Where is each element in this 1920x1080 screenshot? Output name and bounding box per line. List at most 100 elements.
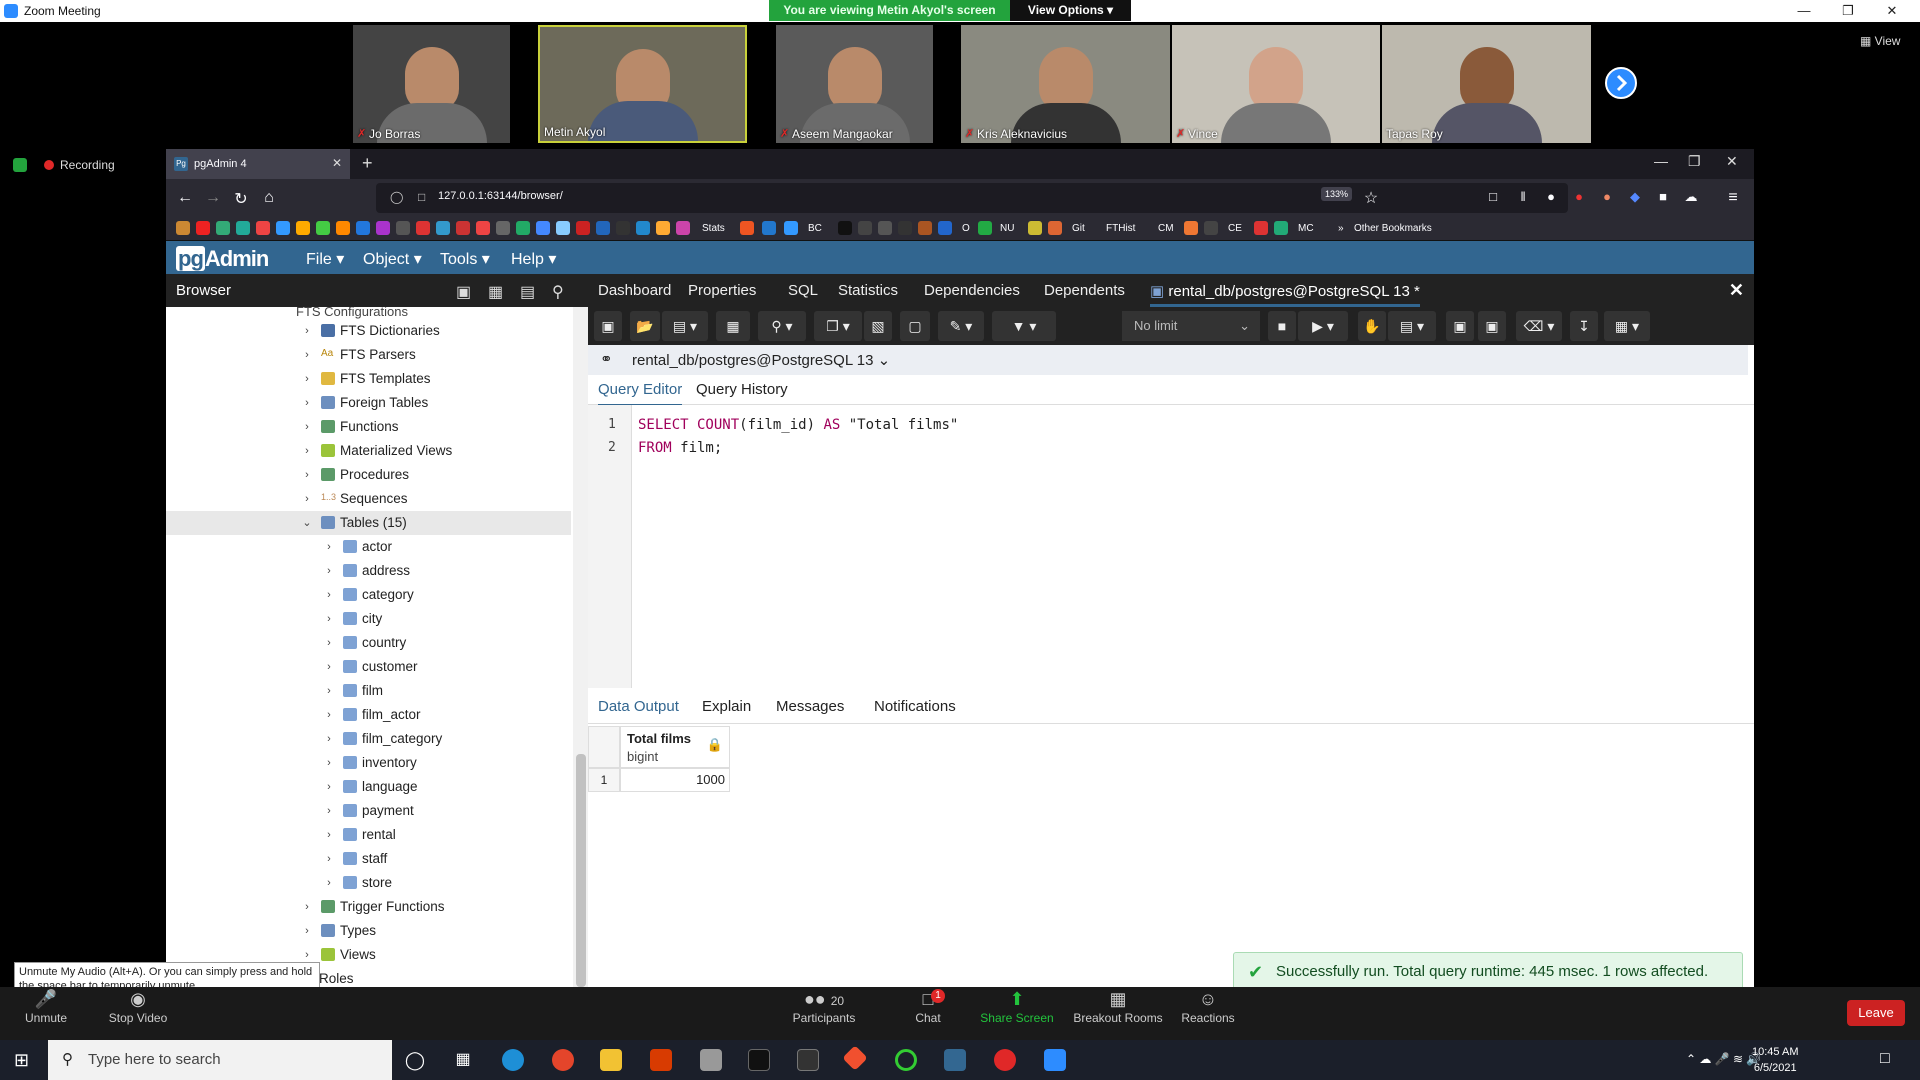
taskbar-search[interactable]: ⚲ Type here to search xyxy=(48,1040,392,1080)
stop-video-button[interactable]: ◉ Stop Video xyxy=(102,987,174,1025)
bookmark-icon[interactable] xyxy=(656,221,670,235)
home-icon[interactable]: ⌂ xyxy=(260,189,278,207)
tree-item-table[interactable]: › film xyxy=(166,679,571,703)
bookmark-icon[interactable] xyxy=(516,221,530,235)
bookmark-icon[interactable] xyxy=(898,221,912,235)
chevron-right-icon[interactable]: › xyxy=(323,877,335,889)
tree-item-foreign-tables[interactable]: › Foreign Tables xyxy=(166,391,571,415)
tree-item-fts-parsers[interactable]: › Aa FTS Parsers xyxy=(166,343,571,367)
bookmark-icon[interactable] xyxy=(1204,221,1218,235)
bookmark-icon[interactable] xyxy=(1028,221,1042,235)
find-icon[interactable]: ⚲ ▾ xyxy=(758,311,806,341)
tree-item-table[interactable]: › customer xyxy=(166,655,571,679)
tab-explain[interactable]: Explain xyxy=(702,698,751,715)
chevron-right-icon[interactable]: › xyxy=(323,829,335,841)
filter-icon[interactable]: ▼ ▾ xyxy=(992,311,1056,341)
terminal-2-icon[interactable] xyxy=(797,1049,819,1071)
chevron-right-icon[interactable]: › xyxy=(301,949,313,961)
edit-rows-icon[interactable]: ▦ xyxy=(716,311,750,341)
bookmark-icon[interactable] xyxy=(740,221,754,235)
file-explorer-icon[interactable] xyxy=(600,1049,622,1071)
tree-item-fts-templates[interactable]: › FTS Templates xyxy=(166,367,571,391)
tree-item-table[interactable]: › film_actor xyxy=(166,703,571,727)
chevron-right-icon[interactable]: › xyxy=(301,901,313,913)
tree-item-table[interactable]: › rental xyxy=(166,823,571,847)
zoom-taskbar-icon[interactable] xyxy=(1044,1049,1066,1071)
bookmark-icon[interactable] xyxy=(858,221,872,235)
open-file-icon[interactable]: 📂 xyxy=(630,311,660,341)
bookmark-icon[interactable] xyxy=(536,221,550,235)
office-icon[interactable] xyxy=(650,1049,672,1071)
tree-item-table[interactable]: › country xyxy=(166,631,571,655)
bookmark-folder[interactable]: CM xyxy=(1158,223,1174,234)
delete-icon[interactable]: ▢ xyxy=(900,311,930,341)
column-header[interactable]: Total films bigint 🔒 xyxy=(620,726,730,768)
save-file-icon[interactable]: ▤ ▾ xyxy=(662,311,708,341)
bookmark-icon[interactable] xyxy=(576,221,590,235)
tree-item-tables[interactable]: ⌄ Tables (15) xyxy=(166,511,571,535)
chevron-down-icon[interactable]: ⌄ xyxy=(301,516,313,529)
menu-object[interactable]: Object ▾ xyxy=(363,249,422,269)
back-icon[interactable]: ← xyxy=(176,189,194,207)
account-icon[interactable]: ● xyxy=(1542,189,1560,204)
tab-query-history[interactable]: Query History xyxy=(696,381,788,398)
execute-icon[interactable]: ▶ ▾ xyxy=(1298,311,1348,341)
edit-icon[interactable]: ✎ ▾ xyxy=(938,311,984,341)
tree-item-table[interactable]: › city xyxy=(166,607,571,631)
tab-messages[interactable]: Messages xyxy=(776,698,844,715)
chevron-right-icon[interactable]: › xyxy=(323,589,335,601)
bookmark-icon[interactable] xyxy=(1254,221,1268,235)
filter-rows-icon[interactable]: ▤ xyxy=(520,282,535,302)
explain-analyze-icon[interactable]: ▤ ▾ xyxy=(1388,311,1436,341)
chevron-right-icon[interactable]: › xyxy=(301,373,313,385)
chevron-right-icon[interactable]: › xyxy=(323,637,335,649)
chevron-right-icon[interactable]: › xyxy=(323,733,335,745)
reactions-button[interactable]: ☺ Reactions xyxy=(1176,987,1240,1025)
tab-notifications[interactable]: Notifications xyxy=(874,698,956,715)
tree-item-table[interactable]: › inventory xyxy=(166,751,571,775)
breakout-rooms-button[interactable]: ▦ Breakout Rooms xyxy=(1070,987,1166,1025)
notifications-icon[interactable]: □ xyxy=(1880,1050,1890,1068)
menu-file[interactable]: File ▾ xyxy=(306,249,344,269)
chevron-right-icon[interactable]: › xyxy=(301,325,313,337)
bookmark-icon[interactable] xyxy=(456,221,470,235)
bookmark-icon[interactable] xyxy=(1184,221,1198,235)
chevron-right-icon[interactable]: › xyxy=(323,781,335,793)
bookmark-icon[interactable] xyxy=(878,221,892,235)
chevron-right-icon[interactable]: › xyxy=(301,469,313,481)
database-icon[interactable]: ▣ xyxy=(456,282,471,302)
chevron-right-icon[interactable]: › xyxy=(301,925,313,937)
commit-icon[interactable]: ▣ xyxy=(1446,311,1474,341)
bookmark-icon[interactable] xyxy=(762,221,776,235)
bookmark-icon[interactable] xyxy=(256,221,270,235)
leave-button[interactable]: Leave xyxy=(1847,1000,1905,1026)
pocket-icon[interactable]: □ xyxy=(1484,189,1502,204)
calculator-icon[interactable] xyxy=(700,1049,722,1071)
bookmark-icon[interactable] xyxy=(236,221,250,235)
tree-item-table[interactable]: › actor xyxy=(166,535,571,559)
bookmark-folder[interactable]: NU xyxy=(1000,223,1014,234)
bookmark-icon[interactable] xyxy=(556,221,570,235)
bookmark-icon[interactable] xyxy=(216,221,230,235)
participants-button[interactable]: ●● 20 Participants xyxy=(788,987,860,1025)
browser-restore-icon[interactable]: ❐ xyxy=(1688,153,1701,170)
copy-icon[interactable]: ❐ ▾ xyxy=(814,311,862,341)
bookmark-icon[interactable] xyxy=(784,221,798,235)
bookmark-icon[interactable] xyxy=(376,221,390,235)
bookmark-icon[interactable] xyxy=(918,221,932,235)
tree-item-functions[interactable]: › Functions xyxy=(166,415,571,439)
recording-indicator[interactable]: Recording xyxy=(44,158,115,172)
video-tile-active[interactable]: Metin Akyol xyxy=(538,25,747,143)
tree-item-fts-dictionaries[interactable]: › FTS Dictionaries xyxy=(166,319,571,343)
postgres-icon[interactable] xyxy=(944,1049,966,1071)
video-tile[interactable]: ✗ Kris Aleknavicius xyxy=(961,25,1170,143)
tab-dependencies[interactable]: Dependencies xyxy=(924,282,1020,299)
chevron-right-icon[interactable]: › xyxy=(301,397,313,409)
unmute-button[interactable]: 🎤 Unmute xyxy=(16,987,76,1025)
grid-corner[interactable] xyxy=(588,726,620,768)
chrome-icon[interactable] xyxy=(552,1049,574,1071)
tree-item-procedures[interactable]: › Procedures xyxy=(166,463,571,487)
video-tile[interactable]: ✗ Aseem Mangaokar xyxy=(776,25,933,143)
chevron-right-icon[interactable]: › xyxy=(323,685,335,697)
chevron-right-icon[interactable]: › xyxy=(323,541,335,553)
